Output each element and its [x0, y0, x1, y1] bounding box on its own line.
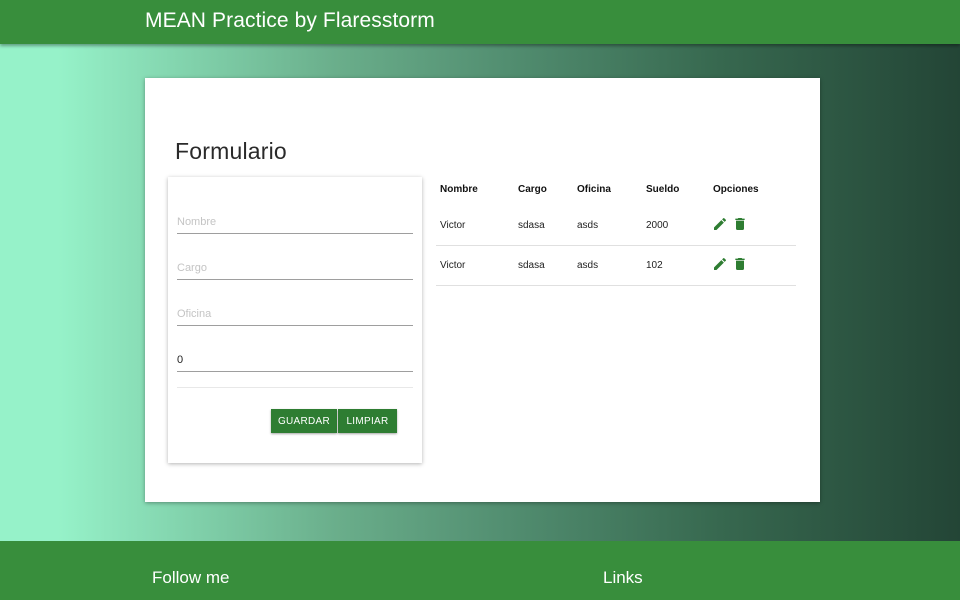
cargo-input[interactable] [177, 256, 413, 280]
save-button[interactable]: GUARDAR [271, 409, 337, 433]
cell-sueldo: 102 [646, 260, 663, 271]
cell-sueldo: 2000 [646, 220, 669, 231]
header-cargo: Cargo [518, 184, 547, 195]
header-nombre: Nombre [440, 184, 478, 195]
form-divider [177, 387, 413, 388]
pencil-icon[interactable] [712, 256, 728, 272]
trash-icon[interactable] [732, 216, 748, 232]
cell-oficina: asds [577, 260, 599, 271]
table-row: Victor sdasa asds 2000 [436, 206, 796, 246]
footer-heading-links: Links [603, 568, 643, 587]
table-header: Nombre Cargo Oficina Sueldo Opciones [436, 178, 796, 206]
pencil-icon[interactable] [712, 216, 728, 232]
app-title[interactable]: MEAN Practice by Flaresstorm [145, 9, 435, 33]
cell-nombre: Victor [440, 260, 466, 271]
trash-icon[interactable] [732, 256, 748, 272]
clear-button[interactable]: LIMPIAR [338, 409, 397, 433]
cell-oficina: asds [577, 220, 599, 231]
employees-table: Nombre Cargo Oficina Sueldo Opciones Vic… [436, 178, 796, 286]
nombre-input[interactable] [177, 210, 413, 234]
oficina-input[interactable] [177, 302, 413, 326]
cell-cargo: sdasa [518, 260, 545, 271]
navbar: MEAN Practice by Flaresstorm [0, 0, 960, 44]
cell-nombre: Victor [440, 220, 466, 231]
main-card: Formulario GUARDAR LIMPIAR Nombre Cargo … [145, 78, 820, 502]
footer: Follow me Links [0, 541, 960, 600]
cell-cargo: sdasa [518, 220, 545, 231]
footer-heading-follow: Follow me [152, 568, 230, 587]
employee-form: GUARDAR LIMPIAR [168, 177, 422, 463]
header-oficina: Oficina [577, 184, 611, 195]
header-opciones: Opciones [713, 184, 759, 195]
table-row: Victor sdasa asds 102 [436, 246, 796, 286]
form-title: Formulario [175, 138, 287, 164]
sueldo-input[interactable] [177, 348, 413, 372]
header-sueldo: Sueldo [646, 184, 680, 195]
